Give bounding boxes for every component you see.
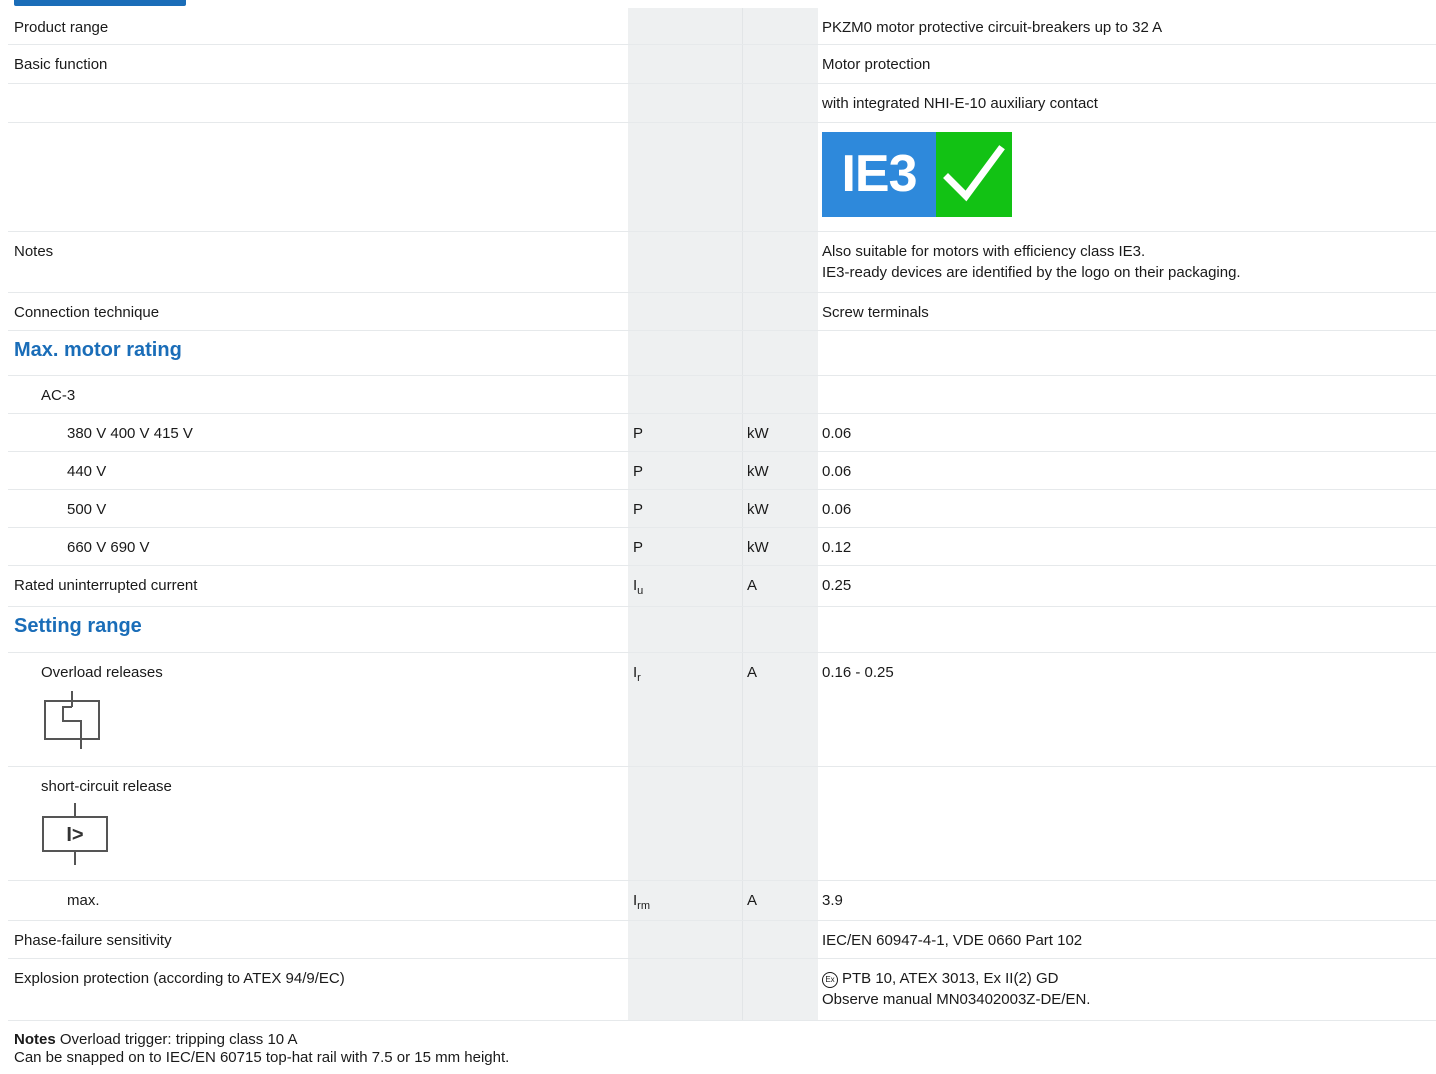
- row-380v: 380 V 400 V 415 V P kW 0.06: [8, 414, 1436, 452]
- row-unit: kW: [747, 539, 769, 556]
- row-label: 660 V 690 V: [67, 539, 150, 556]
- row-label: 380 V 400 V 415 V: [67, 425, 193, 442]
- notes-line-1: Also suitable for motors with efficiency…: [822, 243, 1146, 260]
- row-label: 440 V: [67, 463, 107, 480]
- row-label: Overload releases: [41, 664, 163, 681]
- row-symbol: Irm: [633, 892, 650, 912]
- row-unit: A: [747, 664, 758, 681]
- row-label: short-circuit release: [41, 778, 172, 795]
- cut-off-section-heading: [14, 0, 234, 8]
- footer-line-2: Can be snapped on to IEC/EN 60715 top-ha…: [14, 1049, 510, 1066]
- row-label: Product range: [14, 19, 109, 36]
- row-label: Phase-failure sensitivity: [14, 932, 172, 949]
- explosion-line-1: PTB 10, ATEX 3013, Ex II(2) GD: [842, 970, 1059, 987]
- row-label: Connection technique: [14, 304, 160, 321]
- row-aux-contact: with integrated NHI-E-10 auxiliary conta…: [8, 84, 1436, 123]
- row-unit: kW: [747, 501, 769, 518]
- footer-line-1: Overload trigger: tripping class 10 A: [59, 1031, 298, 1048]
- notes-line-2: IE3-ready devices are identified by the …: [822, 264, 1241, 281]
- row-basic-function: Basic function Motor protection: [8, 45, 1436, 84]
- row-unit: A: [747, 577, 758, 594]
- ie3-logo-text: IE3: [822, 132, 936, 217]
- row-label: Notes: [14, 243, 54, 260]
- row-notes: Notes Also suitable for motors with effi…: [8, 232, 1436, 293]
- row-explosion-protection: Explosion protection (according to ATEX …: [8, 959, 1436, 1021]
- row-symbol: P: [633, 501, 644, 518]
- row-value: 0.12: [822, 539, 852, 556]
- row-value: Also suitable for motors with efficiency…: [822, 241, 1241, 283]
- row-label: 500 V: [67, 501, 107, 518]
- row-label: Basic function: [14, 56, 108, 73]
- magnetic-release-icon: I>: [41, 803, 111, 869]
- row-unit: kW: [747, 425, 769, 442]
- row-phase-failure: Phase-failure sensitivity IEC/EN 60947-4…: [8, 921, 1436, 959]
- section-setting-range: Setting range: [8, 607, 1436, 653]
- row-value: Screw terminals: [822, 304, 929, 321]
- row-unit: A: [747, 892, 758, 909]
- footer-notes: Notes Overload trigger: tripping class 1…: [14, 1031, 1424, 1067]
- thermal-overload-icon: [41, 691, 105, 753]
- row-symbol: P: [633, 425, 644, 442]
- spec-sheet: Product range PKZM0 motor protective cir…: [0, 0, 1436, 1074]
- row-value: 0.25: [822, 577, 852, 594]
- row-value: Ex PTB 10, ATEX 3013, Ex II(2) GD Observe…: [822, 968, 1090, 1010]
- row-value: Motor protection: [822, 56, 931, 73]
- row-symbol: P: [633, 463, 644, 480]
- row-symbol: P: [633, 539, 644, 556]
- row-440v: 440 V P kW 0.06: [8, 452, 1436, 490]
- row-ie3-logo: IE3: [8, 123, 1436, 232]
- row-rated-current: Rated uninterrupted current Iu A 0.25: [8, 566, 1436, 607]
- row-product-range: Product range PKZM0 motor protective cir…: [8, 8, 1436, 45]
- row-value: PKZM0 motor protective circuit-breakers …: [822, 19, 1163, 36]
- row-symbol: Ir: [633, 664, 641, 684]
- ie3-logo: IE3: [822, 132, 1012, 217]
- row-overload-releases: Overload releases Ir A 0.16 - 0.25: [8, 653, 1436, 767]
- row-value: IEC/EN 60947-4-1, VDE 0660 Part 102: [822, 932, 1083, 949]
- row-label: Rated uninterrupted current: [14, 577, 198, 594]
- row-unit: kW: [747, 463, 769, 480]
- row-max: max. Irm A 3.9: [8, 881, 1436, 921]
- section-heading: Max. motor rating: [14, 339, 182, 361]
- row-value: 3.9: [822, 892, 843, 909]
- row-value: 0.06: [822, 425, 852, 442]
- row-label: Explosion protection (according to ATEX …: [14, 970, 345, 987]
- row-short-circuit-release: short-circuit release I>: [8, 767, 1436, 881]
- row-value: with integrated NHI-E-10 auxiliary conta…: [822, 95, 1098, 112]
- checkmark-icon: [936, 132, 1012, 217]
- row-660v: 660 V 690 V P kW 0.12: [8, 528, 1436, 566]
- row-connection-technique: Connection technique Screw terminals: [8, 293, 1436, 331]
- explosion-line-2: Observe manual MN03402003Z-DE/EN.: [822, 991, 1091, 1008]
- row-value: 0.06: [822, 501, 852, 518]
- section-max-motor-rating: Max. motor rating: [8, 331, 1436, 376]
- row-label: max.: [67, 892, 100, 909]
- row-ac3: AC-3: [8, 376, 1436, 414]
- row-label: AC-3: [41, 387, 76, 404]
- footer-notes-label: Notes: [14, 1031, 56, 1048]
- atex-ex-icon: Ex: [822, 972, 838, 988]
- svg-text:I>: I>: [66, 824, 83, 846]
- row-symbol: Iu: [633, 577, 644, 597]
- section-heading: Setting range: [14, 615, 142, 637]
- row-500v: 500 V P kW 0.06: [8, 490, 1436, 528]
- row-value: 0.16 - 0.25: [822, 664, 894, 681]
- row-value: 0.06: [822, 463, 852, 480]
